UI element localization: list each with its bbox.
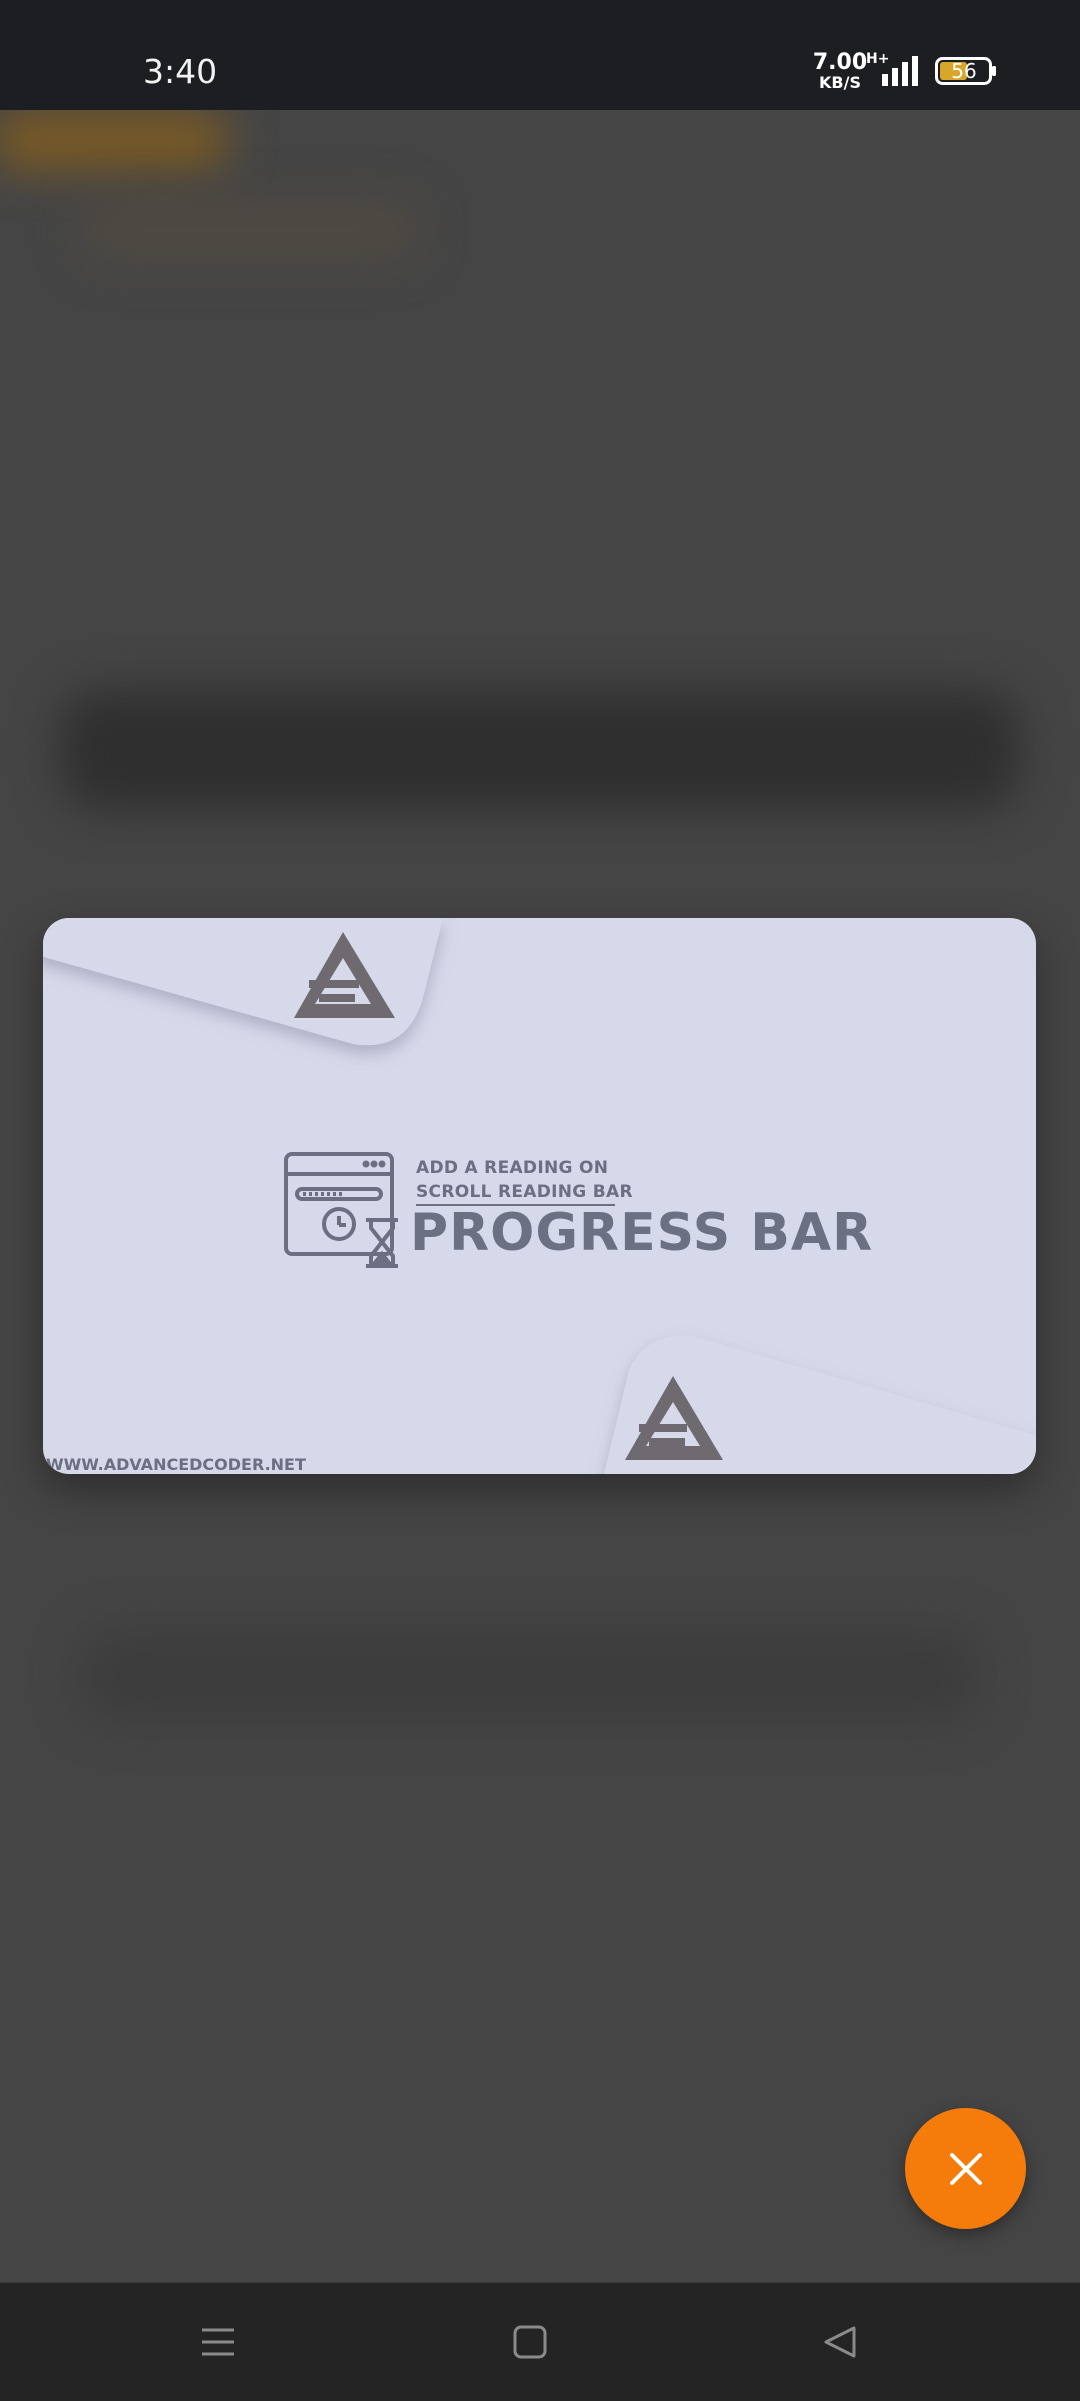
menu-icon (202, 2328, 234, 2356)
image-preview[interactable]: ADD A READING ON SCROLL READING BAR PROG… (43, 918, 1036, 1474)
network-speed: 7.00 KB/S (812, 50, 868, 92)
banner-title: PROGRESS BAR (410, 1203, 874, 1263)
banner-url: WWW.ADVANCEDCODER.NET (46, 1455, 306, 1474)
nav-home-button[interactable] (450, 2283, 610, 2401)
blurred-content-band-2 (80, 1630, 980, 1720)
blurred-content-band (60, 690, 1020, 810)
blurred-header-text (80, 200, 420, 260)
navigation-bar (0, 2282, 1080, 2401)
close-button[interactable] (905, 2108, 1026, 2229)
status-bar: 3:40 7.00 KB/S H+ 56 (0, 0, 1080, 110)
nav-menu-button[interactable] (138, 2283, 298, 2401)
network-speed-value: 7.00 (812, 50, 868, 75)
home-square-icon (513, 2325, 547, 2359)
nav-back-button[interactable] (760, 2283, 920, 2401)
blurred-header-accent (0, 110, 230, 170)
cellular-signal-icon (882, 56, 918, 86)
battery-level: 56 (951, 59, 977, 83)
status-time: 3:40 (143, 52, 218, 91)
browser-progress-hourglass-icon (284, 1152, 398, 1268)
close-icon (949, 2152, 982, 2185)
network-speed-unit: KB/S (819, 73, 861, 92)
back-triangle-icon (824, 2326, 856, 2358)
banner-subtitle-line1: ADD A READING ON (416, 1158, 609, 1178)
